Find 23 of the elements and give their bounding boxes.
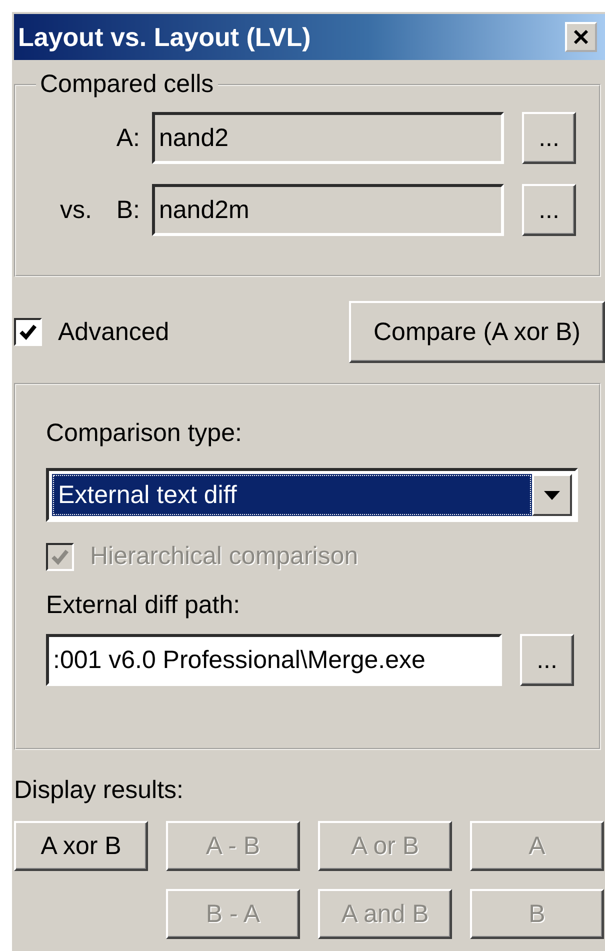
checkbox-label: Advanced xyxy=(58,318,170,346)
field-label: A: xyxy=(116,124,140,152)
close-icon xyxy=(573,30,589,44)
dropdown-arrow-icon xyxy=(544,490,560,500)
close-button[interactable] xyxy=(565,22,597,52)
input-field[interactable]: :001 v6.0 Professional\Merge.exe xyxy=(46,634,502,686)
browse-button[interactable]: ... xyxy=(522,184,576,236)
browse-button[interactable]: ... xyxy=(522,112,576,164)
section-label: Display results: xyxy=(14,776,184,805)
compare-button[interactable]: Compare (A xor B) xyxy=(349,301,605,363)
dropdown[interactable]: External text diff xyxy=(46,468,578,522)
input-field[interactable]: nand2m xyxy=(152,184,504,236)
browse-button[interactable]: ... xyxy=(520,634,574,686)
field-label: Comparison type: xyxy=(46,419,243,448)
field-prefix: vs. xyxy=(60,196,92,224)
window-title: Layout vs. Layout (LVL) xyxy=(18,22,311,52)
check-icon xyxy=(18,322,38,342)
field-label: B: xyxy=(116,196,140,224)
field-label: External diff path: xyxy=(46,591,242,620)
checkbox[interactable] xyxy=(14,318,42,346)
checkbox-label: Hierarchical comparison xyxy=(90,542,358,571)
result-button[interactable]: A xor B xyxy=(14,821,148,871)
input-field[interactable]: nand2 xyxy=(152,112,504,164)
